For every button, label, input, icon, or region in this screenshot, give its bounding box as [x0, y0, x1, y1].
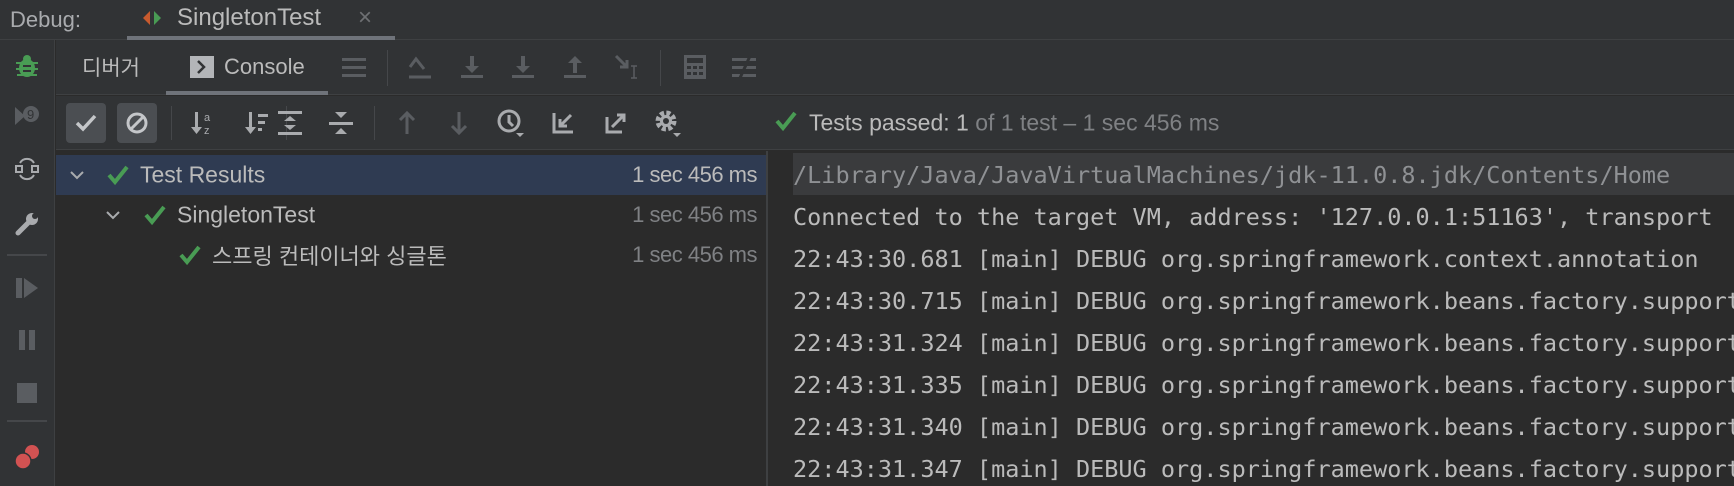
sidebar-divider [7, 254, 47, 256]
tree-node-test-results[interactable]: Test Results 1 sec 456 ms [56, 155, 766, 195]
console-icon [185, 50, 219, 84]
step-into-icon[interactable] [506, 50, 540, 84]
active-tab-indicator [166, 91, 328, 95]
evaluate-expression-icon[interactable] [678, 50, 712, 84]
console-line: 22:43:30.715 [main] DEBUG org.springfram… [793, 287, 1734, 315]
status-summary: of 1 test – 1 sec 456 ms [968, 109, 1220, 136]
tree-node-label: 스프링 컨테이너와 싱글톤 [212, 244, 447, 269]
console-line: 22:43:31.347 [main] DEBUG org.springfram… [793, 455, 1734, 483]
tab-label: SingletonTest [177, 4, 322, 31]
console-output[interactable]: /Library/Java/JavaVirtualMachines/jdk-11… [768, 151, 1734, 486]
export-tests-icon[interactable] [599, 106, 633, 140]
restore-layout-icon[interactable] [10, 152, 44, 186]
test-runner-toolbar: az Tests passed: 1 of 1 test – 1 sec 456… [56, 96, 1734, 150]
toolbar-separator [171, 106, 172, 140]
step-over-icon[interactable] [455, 50, 489, 84]
passed-check-icon [173, 238, 207, 272]
tab-debugger[interactable]: 디버거 [82, 52, 140, 82]
view-breakpoints-icon[interactable] [10, 440, 44, 474]
debug-tabs-toolbar: 디버거 Console [56, 40, 1734, 95]
console-line: 22:43:31.324 [main] DEBUG org.springfram… [793, 329, 1734, 357]
previous-failed-test-icon[interactable] [390, 106, 424, 140]
import-tests-icon[interactable] [546, 106, 580, 140]
console-line: 22:43:31.340 [main] DEBUG org.springfram… [793, 413, 1734, 441]
layout-menu-icon[interactable] [337, 50, 371, 84]
svg-text:9: 9 [27, 107, 34, 122]
status-passed-count: 1 [956, 109, 969, 136]
resume-icon[interactable] [10, 271, 44, 305]
rerun-failed-icon[interactable]: 9 [10, 99, 44, 133]
step-out-icon[interactable] [558, 50, 592, 84]
sidebar-divider [7, 420, 47, 422]
test-history-icon[interactable] [494, 106, 528, 140]
svg-text:a: a [204, 112, 211, 124]
pause-icon[interactable] [10, 323, 44, 357]
next-failed-test-icon[interactable] [442, 106, 476, 140]
debug-sidebar: 9 [0, 40, 55, 486]
settings-wrench-icon[interactable] [10, 207, 44, 241]
tree-node-time: 1 sec 456 ms [632, 242, 757, 267]
svg-text:z: z [204, 125, 210, 136]
toolbar-separator [660, 50, 661, 86]
test-results-tree: Test Results 1 sec 456 ms SingletonTest … [56, 151, 766, 486]
debug-label: Debug: [10, 7, 81, 32]
tree-node-test-method[interactable]: 스프링 컨테이너와 싱글톤 1 sec 456 ms [56, 235, 766, 275]
console-line: /Library/Java/JavaVirtualMachines/jdk-11… [793, 161, 1671, 189]
tree-node-time: 1 sec 456 ms [632, 162, 757, 187]
run-to-cursor-icon[interactable] [610, 50, 644, 84]
tab-singletontest[interactable]: SingletonTest × [127, 0, 395, 40]
tests-passed-check-icon [769, 104, 803, 138]
tree-node-time: 1 sec 456 ms [632, 202, 757, 227]
passed-check-icon [101, 158, 135, 192]
chevron-down-icon[interactable] [60, 158, 94, 192]
console-line: 22:43:31.335 [main] DEBUG org.springfram… [793, 371, 1734, 399]
ignored-icon [120, 106, 154, 140]
checkmark-icon [69, 106, 103, 140]
collapse-all-icon[interactable] [324, 106, 358, 140]
show-execution-point-icon[interactable] [403, 50, 437, 84]
tree-node-label: SingletonTest [177, 201, 316, 228]
tree-node-label: Test Results [140, 161, 266, 188]
close-icon[interactable]: × [348, 1, 382, 35]
gear-icon[interactable] [651, 106, 685, 140]
sort-alphabetically-icon[interactable]: az [186, 106, 220, 140]
stop-icon[interactable] [10, 376, 44, 410]
console-line: Connected to the target VM, address: '12… [793, 203, 1713, 231]
console-line: 22:43:30.681 [main] DEBUG org.springfram… [793, 245, 1699, 273]
run-config-icon [135, 1, 169, 35]
debug-title-bar: Debug: SingletonTest × [0, 0, 1734, 40]
chevron-down-icon[interactable] [96, 198, 130, 232]
tree-node-singletontest[interactable]: SingletonTest 1 sec 456 ms [56, 195, 766, 235]
toolbar-separator [374, 106, 375, 140]
tab-console-label: Console [224, 54, 305, 79]
status-prefix: Tests passed: [809, 109, 957, 136]
debug-bug-icon[interactable] [10, 49, 44, 83]
expand-all-icon[interactable] [273, 106, 307, 140]
toolbar-separator [387, 50, 388, 86]
passed-check-icon [138, 198, 172, 232]
test-status: Tests passed: 1 of 1 test – 1 sec 456 ms [809, 110, 1219, 137]
tab-console[interactable]: Console [166, 40, 328, 95]
sort-by-duration-icon[interactable] [240, 106, 274, 140]
trace-streams-icon[interactable] [727, 50, 761, 84]
